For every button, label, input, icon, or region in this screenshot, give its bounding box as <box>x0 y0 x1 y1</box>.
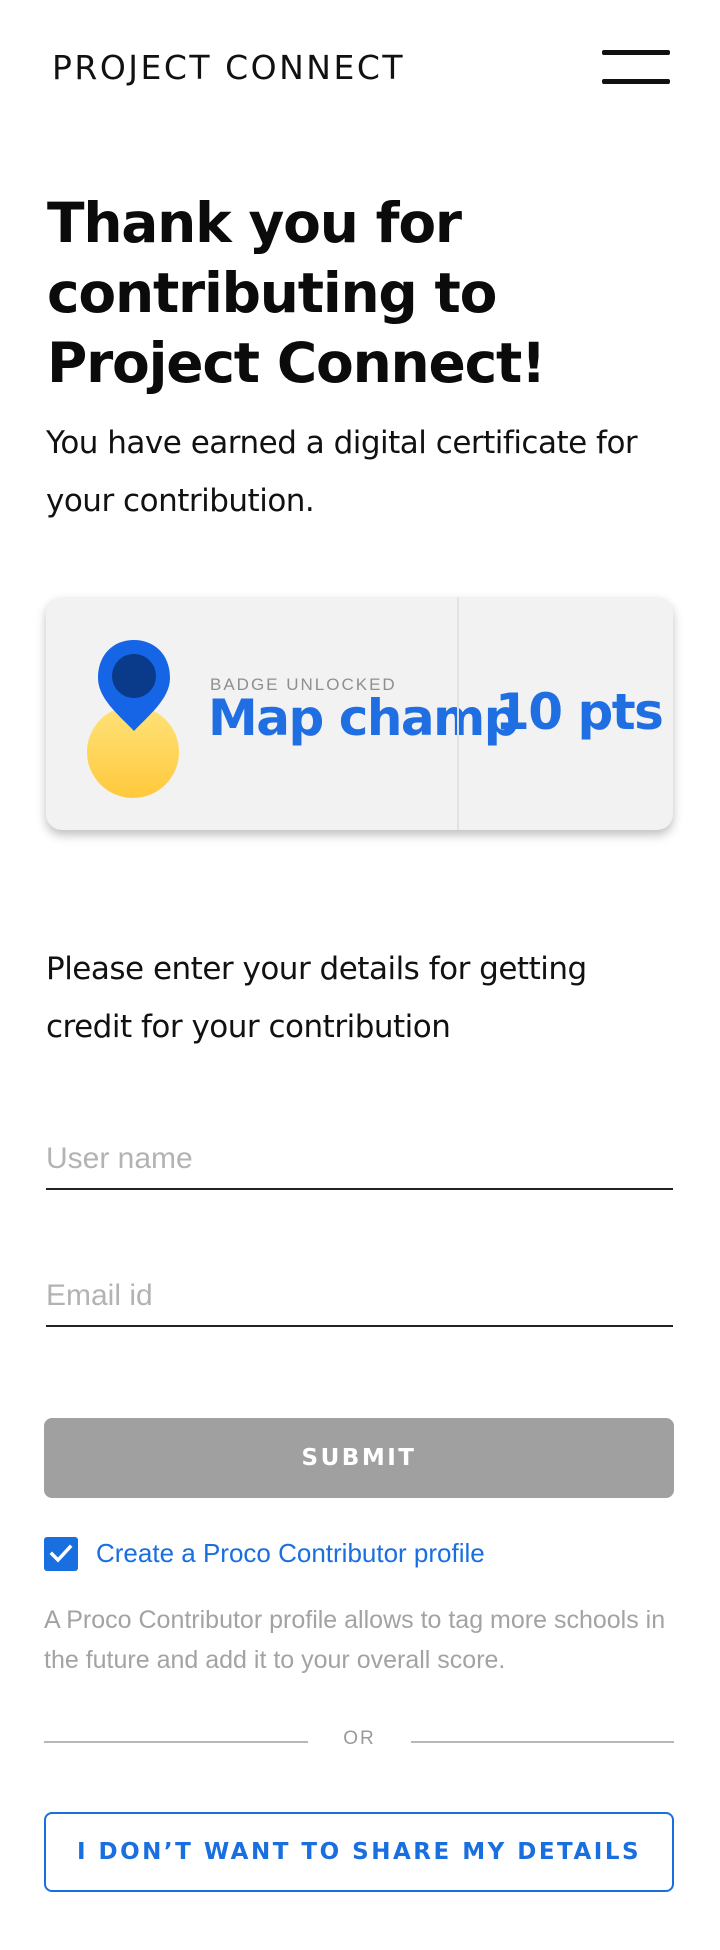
menu-bar-top <box>602 50 670 55</box>
contributor-profile-label[interactable]: Create a Proco Contributor profile <box>96 1538 485 1569</box>
submit-button[interactable]: SUBMIT <box>44 1418 674 1498</box>
contributor-profile-checkbox[interactable] <box>44 1537 78 1571</box>
badge-name: Map champ <box>208 689 520 747</box>
details-prompt: Please enter your details for getting cr… <box>46 951 587 1045</box>
username-input[interactable] <box>46 1130 673 1190</box>
page-title: Thank you for contributing to Project Co… <box>47 191 546 395</box>
hamburger-menu-icon[interactable] <box>600 50 672 86</box>
page-subtitle: You have earned a digital certificate fo… <box>46 425 638 519</box>
app-header: PROJECT CONNECT <box>0 0 720 135</box>
decline-share-button[interactable]: I DON’T WANT TO SHARE MY DETAILS <box>44 1812 674 1892</box>
divider-line-left <box>44 1741 308 1743</box>
email-input[interactable] <box>46 1267 673 1327</box>
checkmark-icon <box>49 1544 73 1563</box>
or-divider-text: OR <box>343 1728 376 1749</box>
profile-helper-text: A Proco Contributor profile allows to ta… <box>44 1606 666 1674</box>
menu-bar-bottom <box>602 79 670 84</box>
badge-divider <box>457 597 459 830</box>
badge-points: 10 pts <box>495 683 664 741</box>
divider-line-right <box>411 1741 674 1743</box>
brand-logo-text[interactable]: PROJECT CONNECT <box>52 48 405 87</box>
map-pin-icon <box>87 640 179 798</box>
badge-card: BADGE UNLOCKED Map champ 10 pts <box>46 597 673 830</box>
